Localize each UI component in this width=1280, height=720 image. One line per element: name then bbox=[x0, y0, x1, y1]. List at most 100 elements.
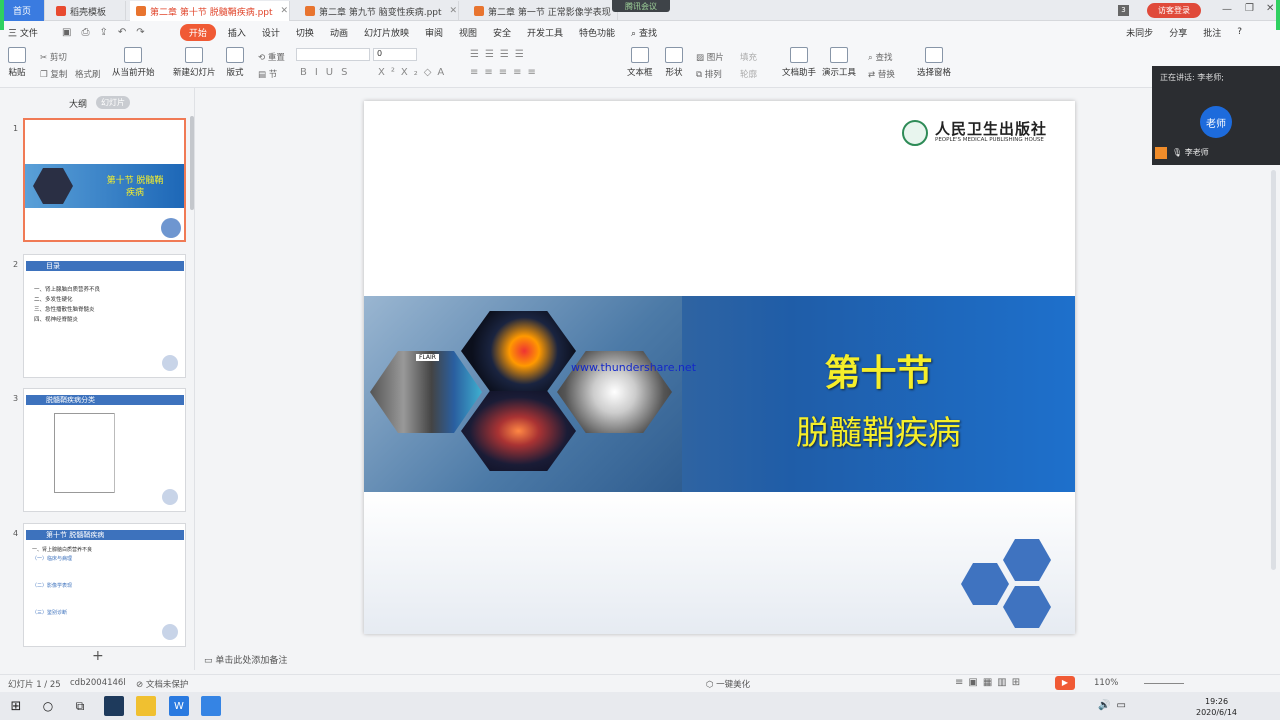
file-menu[interactable]: 三 文件 bbox=[0, 26, 46, 39]
font-format-buttons[interactable]: X²X₂◇A bbox=[378, 67, 450, 78]
task-view-icon[interactable]: ⧉ bbox=[70, 696, 90, 716]
menu-features[interactable]: 特色功能 bbox=[571, 26, 623, 39]
redo-icon[interactable]: ↷ bbox=[136, 27, 144, 38]
menu-insert[interactable]: 插入 bbox=[220, 26, 254, 39]
menu-slideshow[interactable]: 幻灯片放映 bbox=[356, 26, 417, 39]
reset-button[interactable]: ⟲ 重置 bbox=[258, 51, 285, 63]
slide-thumb-1[interactable]: 第十节 脱髓鞘疾病 bbox=[23, 118, 186, 242]
menu-home[interactable]: 开始 bbox=[179, 23, 216, 41]
close-icon[interactable]: ✕ bbox=[450, 6, 458, 16]
publisher-logo-icon bbox=[902, 120, 928, 146]
text-assistant-icon bbox=[790, 47, 808, 63]
zoom-slider[interactable] bbox=[1144, 683, 1184, 684]
menu-search[interactable]: ⌕ 查找 bbox=[623, 26, 665, 39]
paste-icon bbox=[8, 47, 26, 63]
font-name-input[interactable] bbox=[296, 48, 370, 61]
menu-review[interactable]: 审阅 bbox=[417, 26, 451, 39]
outline-button[interactable]: 轮廓 bbox=[740, 68, 757, 80]
share-button[interactable]: 分享 bbox=[1161, 26, 1195, 39]
view-mode-buttons[interactable]: ≡▣▦▥⊞ bbox=[955, 677, 1025, 688]
save-icon[interactable]: ▣ bbox=[62, 27, 71, 38]
list-buttons[interactable]: ☰☰☰☰ bbox=[470, 49, 530, 60]
slide-thumb-3[interactable]: 脱髓鞘疾病分类 bbox=[23, 388, 186, 512]
fill-button[interactable]: 填充 bbox=[740, 51, 757, 63]
presentation-tools-button[interactable]: 演示工具 bbox=[822, 47, 856, 78]
menu-security[interactable]: 安全 bbox=[485, 26, 519, 39]
slide-canvas[interactable]: 人民卫生出版社 PEOPLE'S MEDICAL PUBLISHING HOUS… bbox=[364, 101, 1075, 634]
shape-button[interactable]: 形状 bbox=[665, 47, 683, 78]
slide-thumb-2[interactable]: 目录 一、肾上腺脑白质营养不良 二、多发性硬化 三、急性播散性脑脊髓炎 四、视神… bbox=[23, 254, 186, 378]
tray-icons[interactable]: 🔊▭ bbox=[1098, 700, 1132, 711]
undo-icon[interactable]: ↶ bbox=[118, 27, 126, 38]
notes-placeholder[interactable]: ▭ 单击此处添加备注 bbox=[204, 653, 287, 666]
maximize-icon[interactable]: ❐ bbox=[1245, 3, 1254, 14]
layout-icon bbox=[226, 47, 244, 63]
beautify-button[interactable]: ⬡ 一键美化 bbox=[706, 678, 750, 690]
select-pane-button[interactable]: 选择窗格 bbox=[917, 47, 951, 78]
tab-ppt-9[interactable]: 第二章 第九节 脑变性疾病.ppt ✕ bbox=[299, 1, 459, 21]
menu-design[interactable]: 设计 bbox=[254, 26, 288, 39]
help-icon[interactable]: ? bbox=[1229, 27, 1250, 37]
add-slide-icon[interactable]: + bbox=[92, 648, 104, 664]
protect-status[interactable]: ⊘ 文档未保护 bbox=[136, 678, 188, 690]
print-icon[interactable]: ⎙ bbox=[81, 27, 89, 38]
format-painter-button[interactable]: 格式刷 bbox=[75, 68, 101, 80]
search-icon[interactable]: ○ bbox=[38, 696, 58, 716]
minimize-icon[interactable]: — bbox=[1222, 4, 1232, 15]
font-style-buttons[interactable]: BIUS bbox=[300, 67, 355, 78]
layout-button[interactable]: 版式 bbox=[226, 47, 244, 78]
select-pane-icon bbox=[925, 47, 943, 63]
app-icon[interactable] bbox=[104, 696, 124, 716]
section-button[interactable]: ▤ 节 bbox=[258, 68, 277, 80]
replace-button[interactable]: ⇄ 替换 bbox=[868, 68, 895, 80]
tab-slides[interactable]: 幻灯片 bbox=[96, 96, 130, 109]
tab-outline[interactable]: 大纲 bbox=[69, 97, 87, 110]
tab-count-badge[interactable]: 3 bbox=[1118, 5, 1129, 16]
windows-start-icon[interactable]: ⊞ bbox=[6, 696, 26, 716]
sync-status[interactable]: 未同步 bbox=[1118, 26, 1161, 39]
menu-animation[interactable]: 动画 bbox=[322, 26, 356, 39]
play-slideshow-button[interactable]: ▶ bbox=[1055, 676, 1075, 690]
folder-icon[interactable] bbox=[136, 696, 156, 716]
paste-button[interactable]: 粘贴 bbox=[8, 47, 26, 78]
clock[interactable]: 19:26 2020/6/14 bbox=[1196, 696, 1237, 718]
participant-name: 🎙 李老师 bbox=[1172, 147, 1209, 158]
picture-button[interactable]: ▨ 图片 bbox=[696, 51, 724, 63]
wps-icon[interactable]: W bbox=[169, 696, 189, 716]
cut-button[interactable]: ✂ 剪切 bbox=[40, 51, 67, 63]
share-border bbox=[1276, 0, 1280, 30]
text-box-button[interactable]: 文本框 bbox=[627, 47, 653, 78]
text-assistant-button[interactable]: 文档助手 bbox=[782, 47, 816, 78]
menu-view[interactable]: 视图 bbox=[451, 26, 485, 39]
meeting-badge[interactable]: 腾讯会议 bbox=[612, 0, 670, 12]
find-button[interactable]: ⌕ 查找 bbox=[868, 51, 892, 63]
arrange-button[interactable]: ⧉ 排列 bbox=[696, 68, 722, 80]
notes-label: 单击此处添加备注 bbox=[215, 656, 288, 666]
watermark-link[interactable]: www.thundershare.net bbox=[571, 361, 696, 374]
meeting-app-icon[interactable] bbox=[201, 696, 221, 716]
export-icon[interactable]: ⇪ bbox=[99, 27, 107, 38]
tab-ppt-1[interactable]: 第二章 第一节 正常影像学表现 bbox=[468, 1, 618, 21]
menu-developer[interactable]: 开发工具 bbox=[519, 26, 571, 39]
tab-template[interactable]: 稻壳模板 bbox=[50, 1, 126, 21]
tab-home[interactable]: 首页 bbox=[0, 0, 45, 21]
new-slide-button[interactable]: 新建幻灯片 bbox=[173, 47, 216, 78]
zoom-level[interactable]: 110% bbox=[1094, 678, 1118, 688]
thumb-scrollbar[interactable] bbox=[190, 116, 194, 210]
from-current-button[interactable]: 从当前开始 bbox=[112, 47, 155, 78]
copy-button[interactable]: ❐ 复制 bbox=[40, 68, 67, 80]
font-size-input[interactable]: 0 bbox=[373, 48, 417, 61]
shield-icon: ⊘ bbox=[136, 680, 144, 690]
visitor-login-button[interactable]: 访客登录 bbox=[1147, 3, 1201, 18]
slide-thumb-4[interactable]: 第十节 脱髓鞘疾病 一、肾上腺脑白质营养不良 （一）临床与病理 （二）影像学表现… bbox=[23, 523, 186, 647]
menu-transition[interactable]: 切换 bbox=[288, 26, 322, 39]
meeting-video-panel[interactable]: 正在讲话: 李老师; 老师 🎙 李老师 bbox=[1152, 66, 1280, 165]
align-buttons[interactable]: ≡≡≡≡≡ bbox=[470, 67, 542, 78]
participant-name-label: 李老师 bbox=[1184, 148, 1209, 157]
quick-access-toolbar: ▣ ⎙ ⇪ ↶ ↷ bbox=[62, 27, 145, 38]
comment-button[interactable]: 批注 bbox=[1195, 26, 1229, 39]
tab-ppt-10[interactable]: 第二章 第十节 脱髓鞘疾病.ppt ✕ bbox=[130, 1, 290, 21]
editor-scrollbar[interactable] bbox=[1271, 170, 1276, 570]
close-window-icon[interactable]: ✕ bbox=[1266, 3, 1274, 14]
close-icon[interactable]: ✕ bbox=[281, 6, 289, 16]
